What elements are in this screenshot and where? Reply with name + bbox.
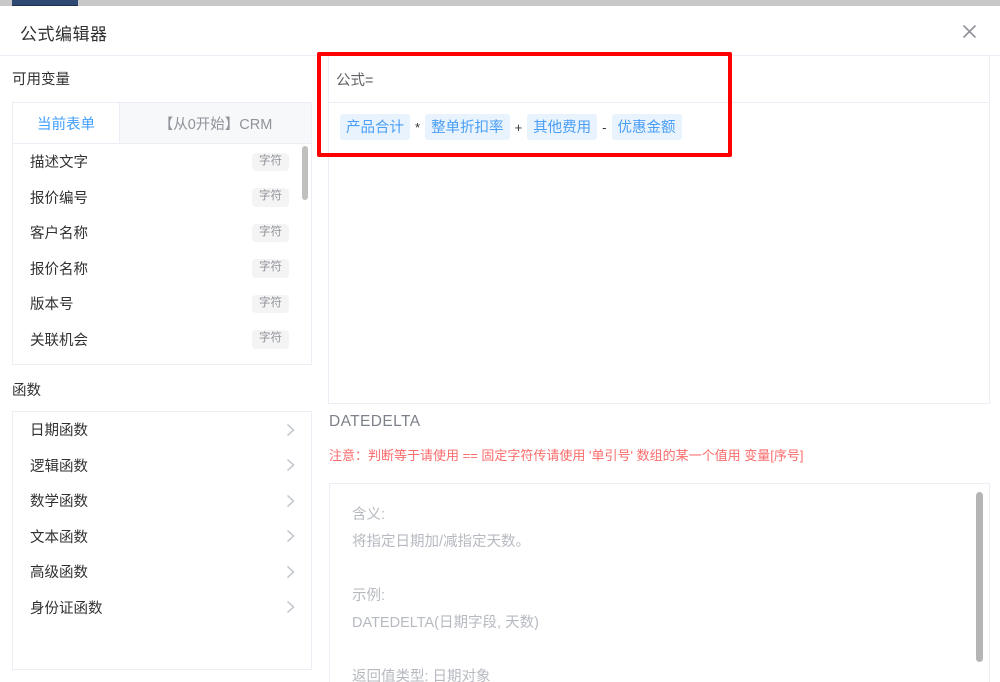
formula-panel: 公式= 产品合计 * 整单折扣率 + 其他费用-优惠金额 xyxy=(328,56,990,404)
variable-name: 客户名称 xyxy=(30,222,252,243)
variable-type-badge: 字符 xyxy=(252,259,289,278)
formula-token-operator[interactable]: + xyxy=(515,120,523,135)
page-title: 公式编辑器 xyxy=(20,20,108,45)
available-variables-label: 可用变量 xyxy=(12,68,70,89)
function-category-name: 逻辑函数 xyxy=(30,455,286,476)
list-item[interactable]: 高级函数 xyxy=(13,554,311,590)
variable-name: 描述文字 xyxy=(30,151,252,172)
chevron-right-icon xyxy=(286,600,295,614)
formula-token-variable[interactable]: 产品合计 xyxy=(340,114,410,140)
function-doc-note: 注意：判断等于请使用 == 固定字符传请使用 '单引号' 数组的某一个值用 变量… xyxy=(329,445,803,464)
formula-input[interactable]: 产品合计 * 整单折扣率 + 其他费用-优惠金额 xyxy=(329,103,989,403)
function-description-box: 含义: 将指定日期加/减指定天数。 示例: DATEDELTA(日期字段, 天数… xyxy=(329,483,990,682)
function-category-name: 数学函数 xyxy=(30,490,286,511)
formula-token-operator[interactable]: - xyxy=(602,120,606,135)
chevron-right-icon xyxy=(286,529,295,543)
variable-name: 关联机会 xyxy=(30,329,252,350)
list-item[interactable]: 报价编号 字符 xyxy=(13,180,311,216)
list-item[interactable]: 描述文字 字符 xyxy=(13,144,311,180)
tab-current-form[interactable]: 当前表单 xyxy=(13,103,119,143)
list-item[interactable]: 关联机会 字符 xyxy=(13,322,311,358)
list-item[interactable]: 逻辑函数 xyxy=(13,448,311,484)
variables-scrollbar-thumb[interactable] xyxy=(302,146,308,200)
chevron-right-icon xyxy=(286,494,295,508)
description-scrollbar-thumb[interactable] xyxy=(976,492,983,662)
function-category-name: 高级函数 xyxy=(30,561,286,582)
formula-token-variable[interactable]: 整单折扣率 xyxy=(425,114,510,140)
variable-name: 报价编号 xyxy=(30,187,252,208)
formula-equals-label: 公式= xyxy=(336,69,373,90)
variable-type-badge: 字符 xyxy=(252,153,289,172)
variables-tablist: 当前表单 【从0开始】CRM xyxy=(13,103,311,144)
dialog-header: 公式编辑器 xyxy=(0,6,1000,56)
variable-name: 报价名称 xyxy=(30,258,252,279)
chevron-right-icon xyxy=(286,458,295,472)
variable-type-badge: 字符 xyxy=(252,330,289,349)
variable-type-badge: 字符 xyxy=(252,188,289,207)
chevron-right-icon xyxy=(286,565,295,579)
list-item[interactable]: 日期函数 xyxy=(13,412,311,448)
formula-token-variable[interactable]: 优惠金额 xyxy=(612,114,682,140)
close-icon[interactable] xyxy=(956,18,982,44)
list-item[interactable]: 客户名称 字符 xyxy=(13,215,311,251)
function-doc-name: DATEDELTA xyxy=(329,413,420,431)
list-item[interactable]: 身份证函数 xyxy=(13,590,311,626)
list-item[interactable]: 报价名称 字符 xyxy=(13,251,311,287)
tab-crm-label: 【从0开始】CRM xyxy=(159,113,273,134)
function-category-name: 文本函数 xyxy=(30,526,286,547)
formula-token-variable[interactable]: 其他费用 xyxy=(527,114,597,140)
chevron-right-icon xyxy=(286,423,295,437)
tab-current-form-label: 当前表单 xyxy=(37,113,95,134)
variable-name: 版本号 xyxy=(30,293,252,314)
function-description-text: 含义: 将指定日期加/减指定天数。 示例: DATEDELTA(日期字段, 天数… xyxy=(352,502,959,682)
function-category-name: 身份证函数 xyxy=(30,597,286,618)
list-item[interactable]: 版本号 字符 xyxy=(13,286,311,322)
variables-list: 描述文字 字符 报价编号 字符 客户名称 字符 报价名称 字符 版本号 字符 关… xyxy=(13,144,311,364)
list-item[interactable]: 文本函数 xyxy=(13,519,311,555)
variable-type-badge: 字符 xyxy=(252,295,289,314)
function-category-name: 日期函数 xyxy=(30,419,286,440)
tab-crm[interactable]: 【从0开始】CRM xyxy=(119,103,311,143)
variable-type-badge: 字符 xyxy=(252,224,289,243)
formula-token-operator[interactable]: * xyxy=(415,120,420,135)
functions-label: 函数 xyxy=(12,379,41,400)
list-item[interactable]: 数学函数 xyxy=(13,483,311,519)
functions-panel: 日期函数 逻辑函数 数学函数 文本函数 高级函数 身份证函数 xyxy=(12,411,312,670)
variables-panel: 当前表单 【从0开始】CRM 描述文字 字符 报价编号 字符 客户名称 字符 报… xyxy=(12,102,312,365)
